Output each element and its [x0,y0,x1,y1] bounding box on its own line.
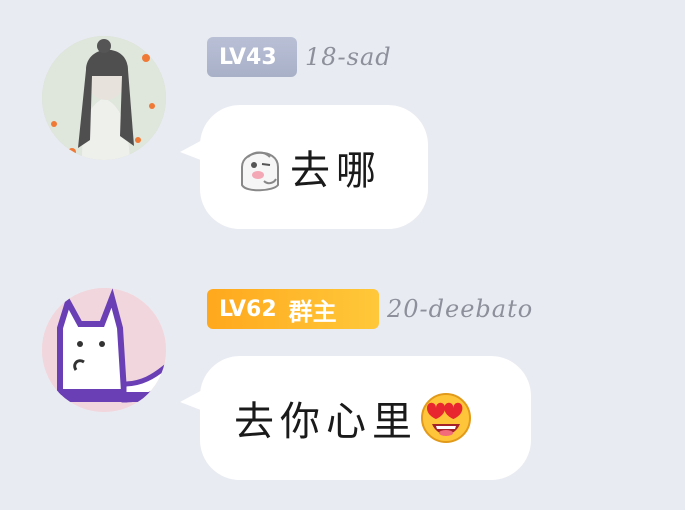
avatar[interactable] [42,288,166,412]
username[interactable]: 20-deebato [387,295,533,323]
message-bubble[interactable]: 去你心里 [200,356,531,480]
message-header: LV 62 群主 20-deebato [207,289,533,329]
level-number: 43 [246,44,277,70]
message-text: 去你心里 [234,399,418,445]
message-bubble[interactable]: 去哪 [200,105,428,229]
message-text: 去哪 [290,148,382,194]
level-prefix: LV [219,44,246,70]
avatar-image [42,36,166,160]
level-badge: LV 62 群主 [207,289,379,329]
group-owner-label: 群主 [288,296,337,326]
message-header: LV 43 18-sad [207,37,392,77]
ghost-sticker-icon [234,139,286,195]
avatar-image [42,288,166,412]
level-number: 62 [246,296,277,322]
heart-eyes-emoji-icon [420,392,472,444]
avatar[interactable] [42,36,166,160]
level-prefix: LV [219,296,246,322]
username[interactable]: 18-sad [305,43,392,71]
level-badge: LV 43 [207,37,297,77]
